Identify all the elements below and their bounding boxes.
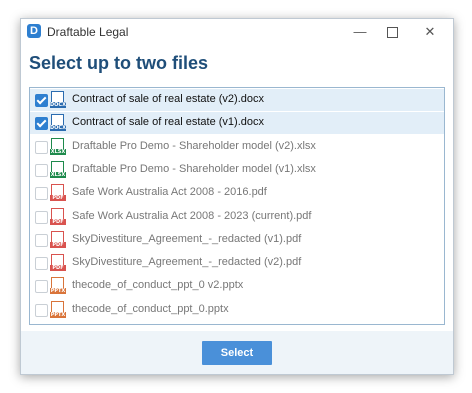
file-row[interactable]: XLSX Draftable Pro Demo - Shareholder mod… [30,159,444,181]
file-row[interactable]: DOCX Contract of sale of real estate (v1)… [30,112,444,135]
file-type-tag: DOCX [50,102,66,108]
file-row[interactable]: PDF SkyDivestiture_Agreement_-_redacted (… [30,229,444,251]
pdf-file-icon: PDF [50,230,66,249]
file-checkbox[interactable] [35,233,48,247]
file-checkbox[interactable] [35,280,48,294]
file-checkbox[interactable] [35,187,48,201]
select-button[interactable]: Select [202,341,272,365]
file-checkbox[interactable] [35,257,48,271]
file-row[interactable]: PDF SkyDivestiture_Agreement_-_redacted (… [30,252,444,274]
file-name: thecode_of_conduct_ppt_0 v2.pptx [72,279,244,292]
draftable-logo-icon: D [27,24,41,38]
file-name: Safe Work Australia Act 2008 - 2016.pdf [72,186,267,199]
file-name: Contract of sale of real estate (v1).doc… [72,116,264,129]
file-type-tag: XLSX [50,148,66,155]
xlsx-file-icon: XLSX [50,160,66,179]
file-row[interactable]: PDF Safe Work Australia Act 2008 - 2016.p… [30,182,444,204]
maximize-icon[interactable] [377,22,407,42]
file-row[interactable]: DOCX Contract of sale of real estate (v2)… [30,89,444,111]
file-row[interactable]: PPTX thecode_of_conduct_ppt_0.pptx [30,299,444,321]
file-checkbox[interactable] [35,94,48,107]
window-title: Draftable Legal [47,25,129,39]
file-name: SkyDivestiture_Agreement_-_redacted (v2)… [72,256,302,269]
file-type-tag: XLSX [50,171,66,178]
file-type-tag: PDF [50,241,66,248]
file-name: Draftable Pro Demo - Shareholder model (… [72,162,316,175]
file-checkbox[interactable] [35,163,48,177]
file-type-tag: PPTX [50,311,66,318]
file-checkbox[interactable] [35,117,48,131]
docx-file-icon: DOCX [50,114,66,132]
file-name: Safe Work Australia Act 2008 - 2023 (cur… [72,209,312,222]
file-row[interactable]: PDF Safe Work Australia Act 2008 - 2023 (… [30,206,444,228]
file-name: thecode_of_conduct_ppt_0.pptx [72,302,229,315]
close-icon[interactable]: ✕ [415,22,445,42]
minimize-icon[interactable]: — [345,22,375,42]
file-row[interactable]: PPTX thecode_of_conduct_ppt_0 v2.pptx [30,275,444,297]
page-title: Select up to two files [29,53,209,73]
pptx-file-icon: PPTX [50,277,66,295]
file-name: Contract of sale of real estate (v2).doc… [72,93,264,105]
pptx-file-icon: PPTX [50,300,66,319]
file-name: Draftable Pro Demo - Shareholder model (… [72,139,316,152]
file-checkbox[interactable] [35,303,48,317]
title-bar: D Draftable Legal — ✕ [21,19,453,45]
file-checkbox[interactable] [35,210,48,224]
dialog-window: D Draftable Legal — ✕ Select up to two f… [20,18,454,375]
dialog-footer: Select [21,331,453,374]
pdf-file-icon: PDF [50,254,66,272]
docx-file-icon: DOCX [50,91,66,109]
file-list[interactable]: DOCX Contract of sale of real estate (v2)… [29,87,445,325]
pdf-file-icon: PDF [50,207,66,226]
file-row[interactable]: XLSX Draftable Pro Demo - Shareholder mod… [30,136,444,158]
file-checkbox[interactable] [35,140,48,154]
file-type-tag: PPTX [50,288,66,295]
file-type-tag: PDF [50,265,66,272]
xlsx-file-icon: XLSX [50,137,66,156]
pdf-file-icon: PDF [50,184,66,202]
file-type-tag: PDF [50,218,66,225]
file-type-tag: DOCX [50,125,66,132]
file-name: SkyDivestiture_Agreement_-_redacted (v1)… [72,232,302,245]
file-type-tag: PDF [50,195,66,202]
